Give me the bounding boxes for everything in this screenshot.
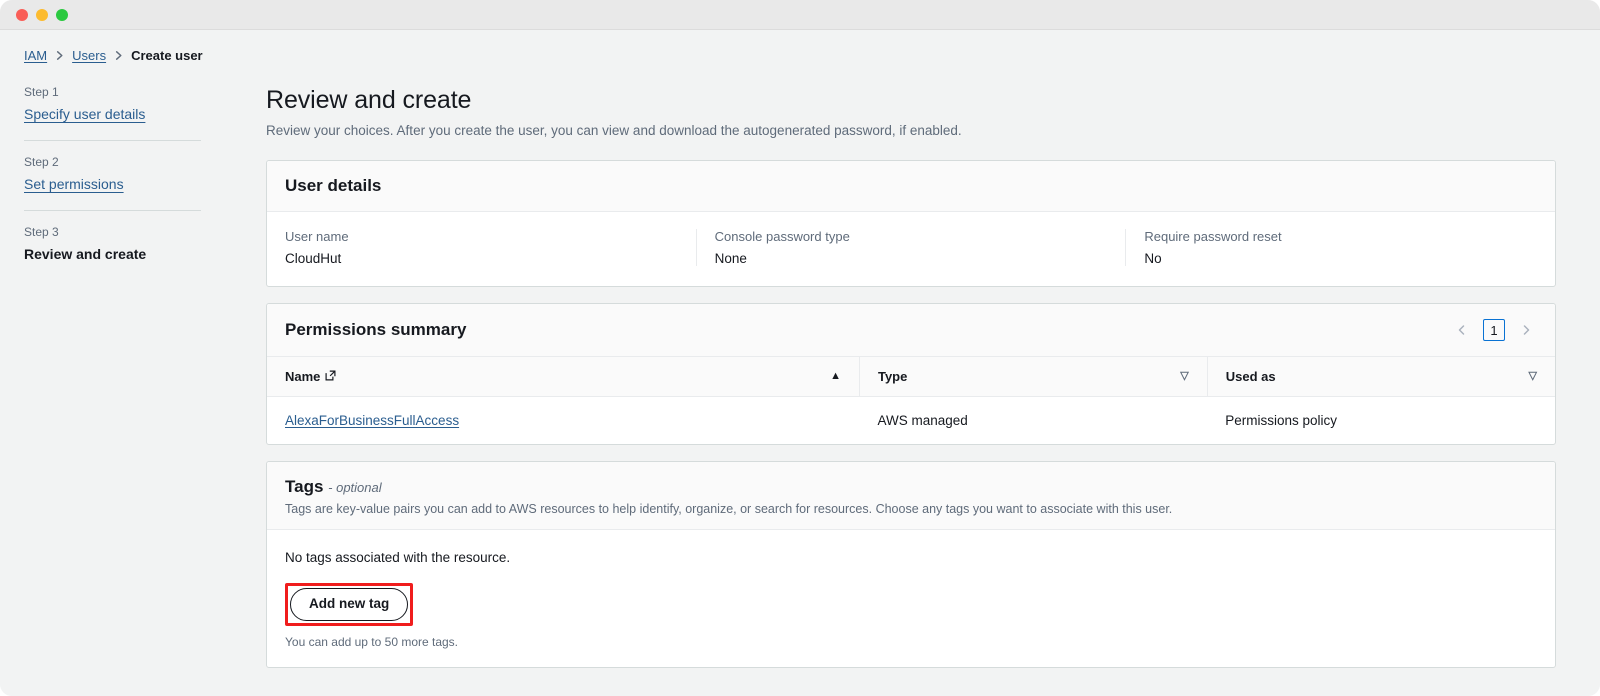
table-header-row: Name ▲ Type ▽ Used as ▽: [267, 357, 1555, 397]
step-divider: [24, 210, 201, 211]
user-details-grid: User name CloudHut Console password type…: [267, 212, 1555, 286]
detail-label: Console password type: [714, 229, 850, 244]
policy-link-alexaforbusinessfullaccess[interactable]: AlexaForBusinessFullAccess: [285, 413, 459, 428]
sort-descending-icon[interactable]: ▽: [1180, 371, 1188, 382]
footer-actions: Cancel Previous Create user: [266, 684, 1556, 696]
sort-ascending-icon[interactable]: ▲: [830, 371, 841, 382]
column-label-name: Name: [285, 369, 321, 384]
main-content: Review and create Review your choices. A…: [266, 30, 1600, 696]
cell-policy-name: AlexaForBusinessFullAccess: [267, 397, 859, 445]
maximize-window-button[interactable]: [56, 8, 68, 21]
wizard-steps-nav: Step 1 Specify user details Step 2 Set p…: [24, 85, 201, 264]
cell-policy-used-as: Permissions policy: [1225, 413, 1338, 428]
column-header-used-as[interactable]: Used as ▽: [1206, 357, 1555, 397]
close-window-button[interactable]: [16, 8, 28, 21]
step-1-number: Step 1: [24, 85, 59, 99]
column-header-name[interactable]: Name ▲: [267, 357, 860, 397]
permissions-summary-card: Permissions summary 1 Name ▲ Type ▽ Used…: [266, 303, 1556, 445]
wizard-step-1: Step 1 Specify user details: [24, 85, 201, 124]
detail-console-password-type: Console password type None: [695, 229, 1126, 266]
external-link-icon: [325, 369, 336, 384]
user-details-title: User details: [285, 176, 382, 195]
user-details-card: User details User name CloudHut Console …: [266, 160, 1556, 287]
permissions-table: Name ▲ Type ▽ Used as ▽ AlexaForBusiness…: [267, 357, 1555, 444]
chevron-right-icon[interactable]: [1515, 319, 1537, 341]
detail-user-name: User name CloudHut: [267, 229, 696, 266]
breadcrumb: IAM Users Create user: [24, 48, 266, 63]
step-divider: [24, 140, 201, 141]
column-header-type[interactable]: Type ▽: [858, 357, 1208, 397]
breadcrumb-item-create-user: Create user: [131, 48, 203, 63]
cell-policy-type: AWS managed: [877, 413, 968, 428]
tags-title-text: Tags: [285, 477, 324, 496]
tags-card: Tags - optional Tags are key-value pairs…: [266, 461, 1556, 668]
breadcrumb-item-iam[interactable]: IAM: [24, 48, 47, 63]
column-label-type: Type: [877, 369, 908, 384]
wizard-step-2: Step 2 Set permissions: [24, 155, 201, 194]
pagination-page-1[interactable]: 1: [1483, 319, 1505, 341]
detail-value: CloudHut: [285, 251, 342, 266]
permissions-summary-card-header: Permissions summary 1: [267, 304, 1555, 357]
breadcrumb-item-users[interactable]: Users: [72, 48, 106, 63]
wizard-step-3: Step 3 Review and create: [24, 225, 201, 264]
detail-value: None: [714, 251, 747, 266]
permissions-summary-title: Permissions summary: [285, 320, 467, 339]
permissions-table-body: AlexaForBusinessFullAccess AWS managed P…: [267, 397, 1555, 445]
left-column: IAM Users Create user Step 1 Specify use…: [0, 30, 266, 696]
detail-value: No: [1144, 251, 1162, 266]
chevron-right-icon: [54, 50, 65, 61]
detail-label: User name: [285, 229, 349, 244]
add-new-tag-highlight: Add new tag: [285, 583, 414, 626]
sidebar-item-review-and-create[interactable]: Review and create: [24, 246, 146, 262]
column-label-used-as: Used as: [1225, 369, 1276, 384]
page-body: IAM Users Create user Step 1 Specify use…: [0, 30, 1600, 696]
detail-require-password-reset: Require password reset No: [1125, 229, 1555, 266]
user-details-card-header: User details: [267, 161, 1555, 212]
step-2-number: Step 2: [24, 155, 59, 169]
sidebar-item-specify-user-details[interactable]: Specify user details: [24, 106, 145, 122]
page-description: Review your choices. After you create th…: [266, 123, 962, 138]
tags-card-header: Tags - optional Tags are key-value pairs…: [267, 462, 1555, 530]
sidebar-item-set-permissions[interactable]: Set permissions: [24, 176, 124, 192]
tags-body: No tags associated with the resource. Ad…: [267, 530, 1555, 667]
window-titlebar: [0, 0, 1600, 30]
detail-label: Require password reset: [1144, 229, 1282, 244]
page-title: Review and create: [266, 86, 472, 114]
step-3-number: Step 3: [24, 225, 59, 239]
tags-limit-hint: You can add up to 50 more tags.: [285, 634, 459, 649]
table-row: AlexaForBusinessFullAccess AWS managed P…: [267, 397, 1555, 445]
tags-description: Tags are key-value pairs you can add to …: [285, 502, 1173, 516]
tags-optional-label: - optional: [328, 480, 382, 495]
permissions-table-head: Name ▲ Type ▽ Used as ▽: [267, 357, 1555, 397]
add-new-tag-button[interactable]: Add new tag: [290, 588, 409, 621]
minimize-window-button[interactable]: [36, 8, 48, 21]
pagination: 1: [1451, 319, 1537, 341]
chevron-left-icon[interactable]: [1451, 319, 1473, 341]
chevron-right-icon: [113, 50, 124, 61]
tags-empty-text: No tags associated with the resource.: [285, 550, 511, 565]
sort-descending-icon[interactable]: ▽: [1529, 371, 1537, 382]
browser-window: IAM Users Create user Step 1 Specify use…: [0, 0, 1600, 696]
tags-title: Tags - optional: [285, 477, 382, 496]
